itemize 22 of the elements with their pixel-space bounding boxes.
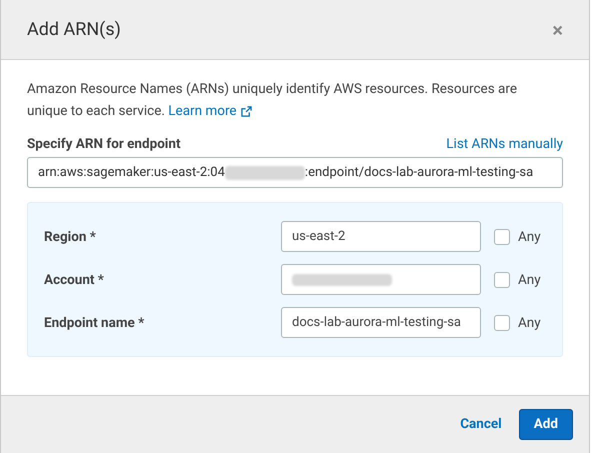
field-label: Region * — [44, 228, 97, 247]
description-text: Amazon Resource Names (ARNs) uniquely identify AWS resources. Resources are unique to each service. Learn more — [27, 78, 547, 122]
learn-more-link[interactable]: Learn more — [168, 100, 252, 122]
text-field[interactable]: docs-lab-aurora-ml-testing-sa — [281, 307, 481, 338]
add-button[interactable]: Add — [518, 409, 573, 440]
arn-label: Specify ARN for endpoint — [27, 135, 181, 154]
text-field[interactable] — [281, 264, 481, 296]
any-checkbox[interactable] — [494, 314, 510, 331]
list-arns-link[interactable]: List ARNs manually — [446, 134, 563, 154]
arn-field[interactable]: arn:aws:sagemaker:us-east-2:04 :endpoint/docs-lab-aurora-ml-testing-sa — [27, 157, 563, 188]
text-field[interactable]: us-east-2 — [281, 221, 481, 252]
external-link-icon — [240, 106, 252, 116]
any-checkbox[interactable] — [494, 228, 510, 245]
any-label: Any — [518, 314, 541, 333]
cancel-button[interactable]: Cancel — [460, 414, 502, 435]
field-label: Account * — [44, 270, 105, 290]
dialog-title: Add ARN(s) — [27, 18, 121, 42]
any-checkbox[interactable] — [494, 272, 510, 288]
any-label: Any — [518, 228, 541, 247]
any-label: Any — [518, 270, 541, 290]
field-label: Endpoint name * — [44, 314, 146, 333]
close-button[interactable]: × — [552, 20, 563, 40]
